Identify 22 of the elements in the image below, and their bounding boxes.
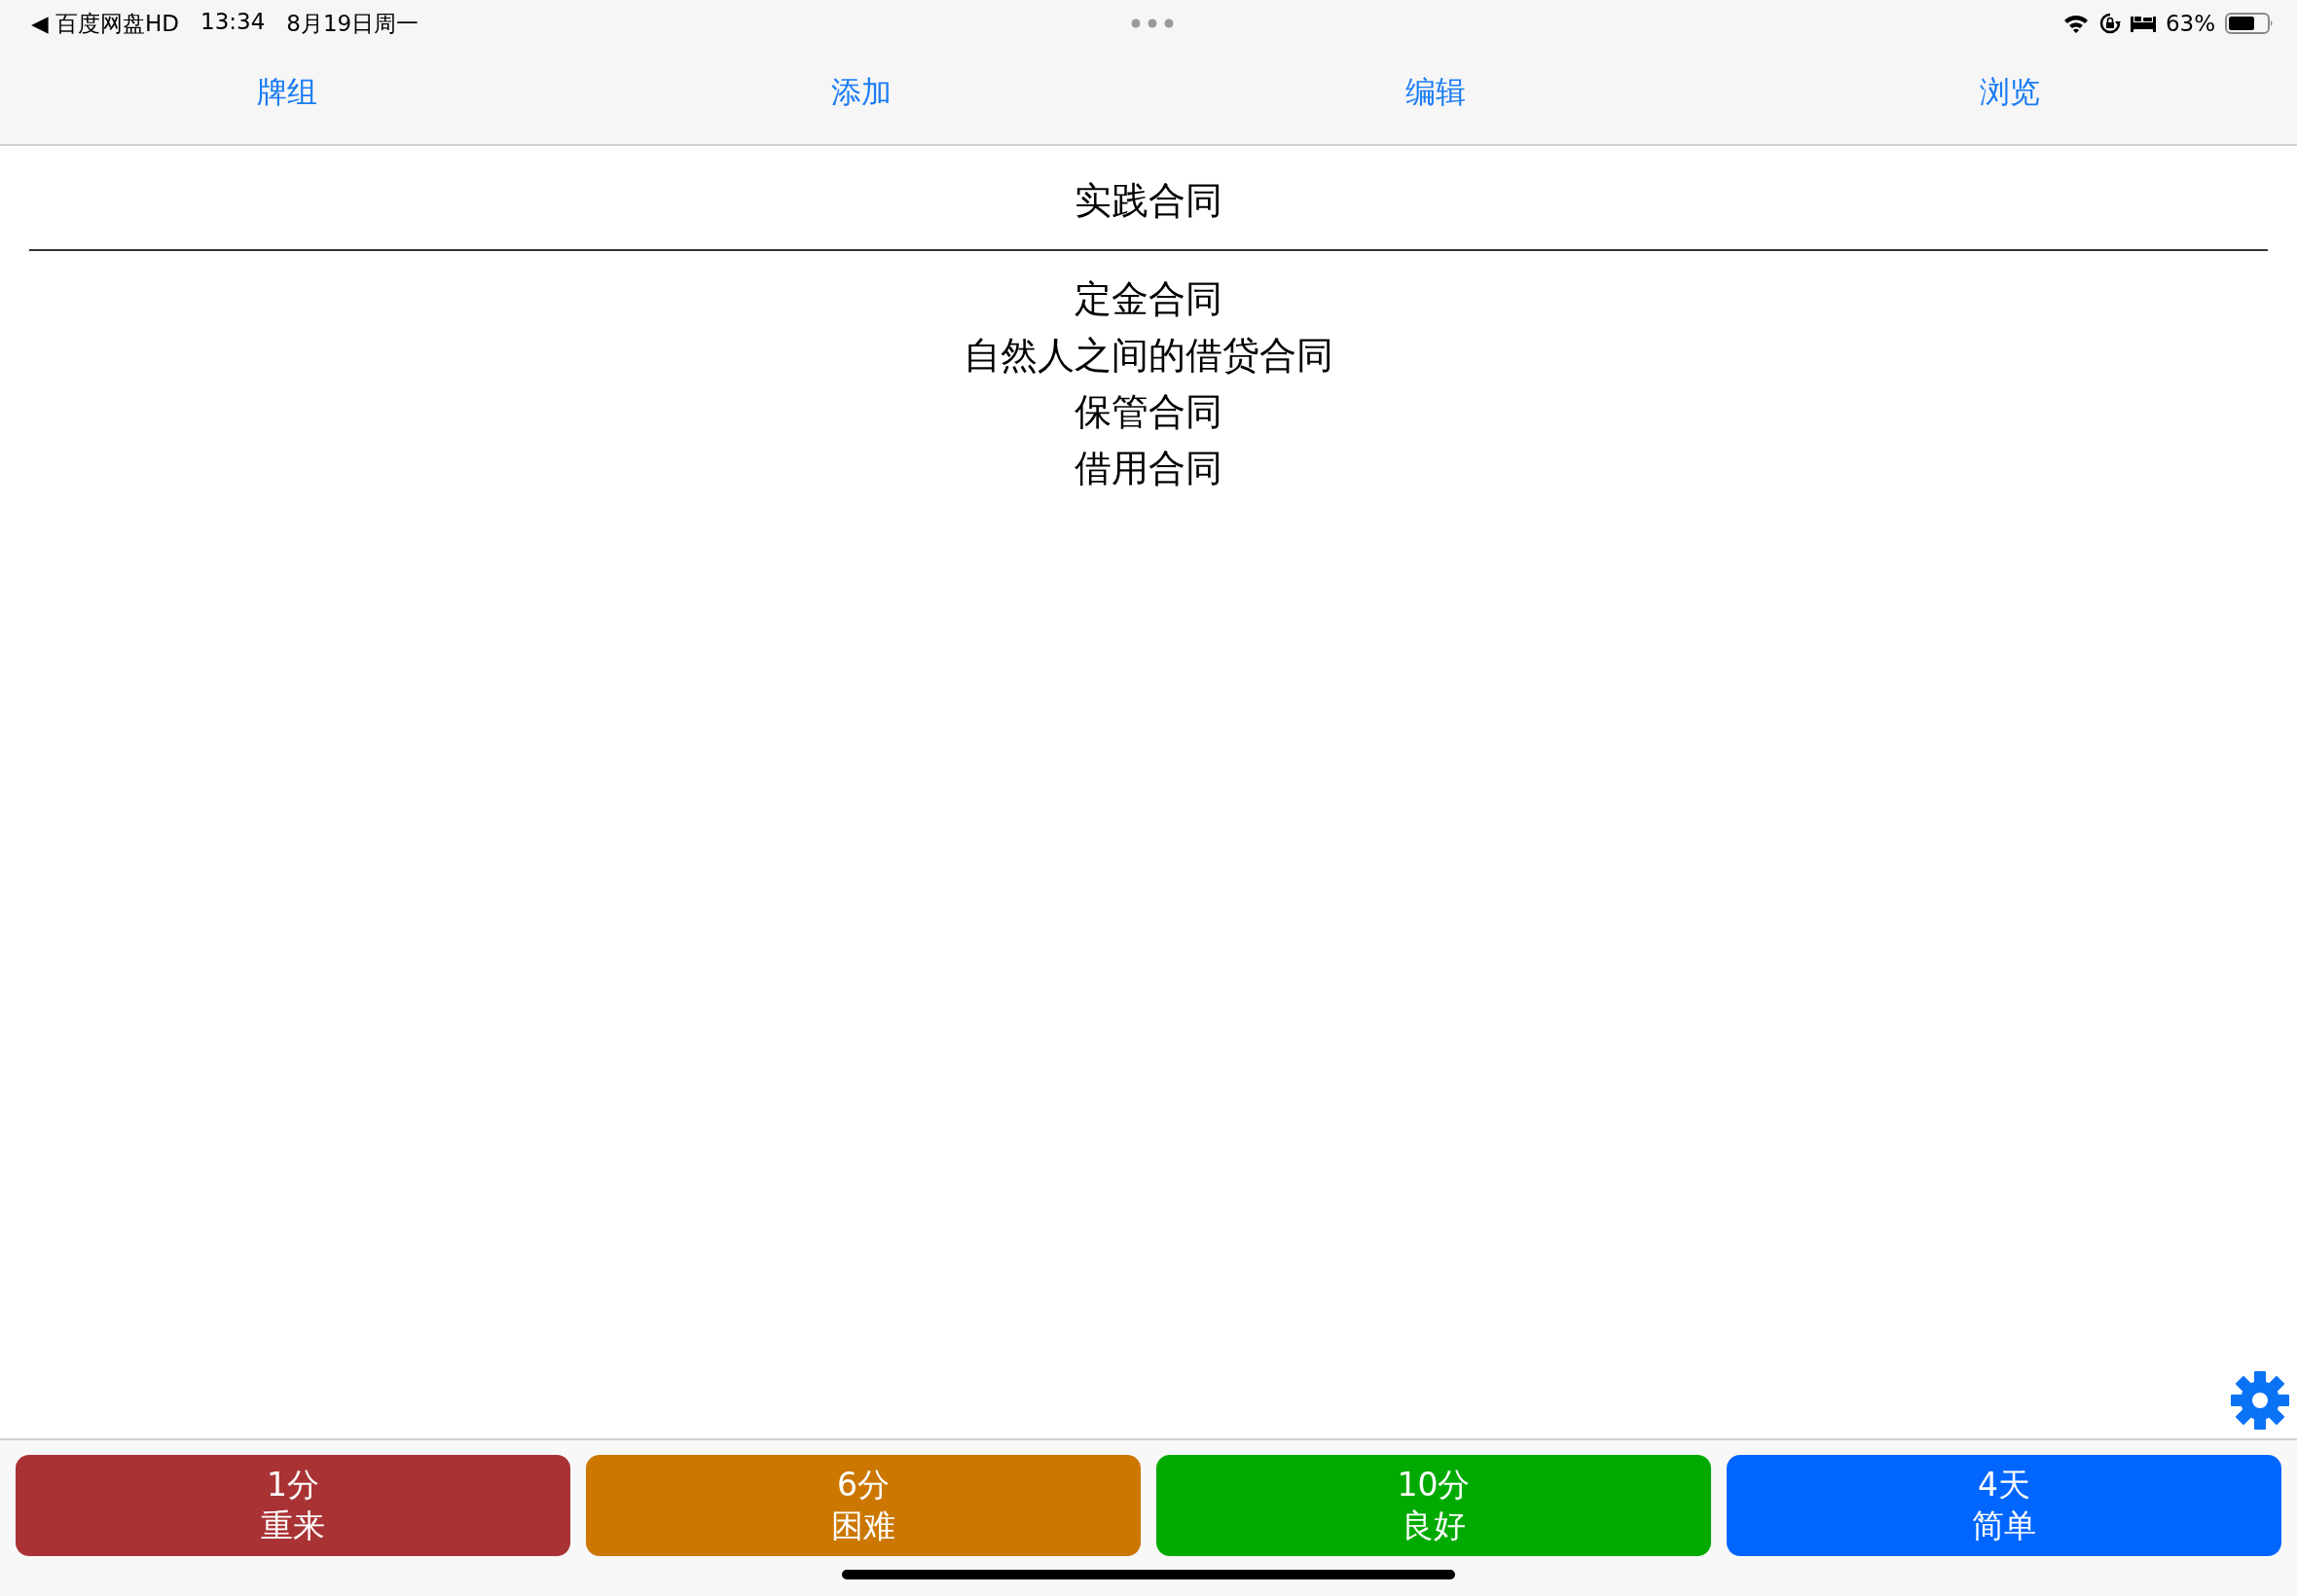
nav-tab[interactable]: 添加: [831, 41, 892, 144]
battery-icon: [2225, 13, 2274, 34]
answer-button[interactable]: 4天 简单: [1727, 1455, 2281, 1556]
settings-icon[interactable]: [2230, 1370, 2290, 1431]
status-time: 13:34: [201, 8, 266, 36]
nav-tab[interactable]: 牌组: [257, 41, 317, 144]
nav-tab[interactable]: 编辑: [1405, 41, 1466, 144]
card-answer-line: 自然人之间的借贷合同: [964, 333, 1333, 379]
nav-tab[interactable]: 浏览: [1980, 41, 2040, 144]
status-date: 8月19日周一: [286, 9, 419, 38]
answer-button[interactable]: 6分 困难: [586, 1455, 1141, 1556]
card-answer-line: 借用合同: [1075, 446, 1222, 491]
answer-button[interactable]: 1分 重来: [16, 1455, 570, 1556]
rotation-lock-icon: [2098, 13, 2121, 34]
multitasking-dots-icon[interactable]: [1131, 18, 1174, 28]
bed-icon: [2130, 15, 2156, 32]
card-question: 实践合同: [1075, 178, 1222, 224]
battery-percentage: 63%: [2165, 11, 2215, 36]
card-answer-line: 定金合同: [1075, 276, 1222, 322]
back-to-app-link[interactable]: ◀ 百度网盘HD: [31, 8, 179, 39]
card-answer-line: 保管合同: [1075, 389, 1222, 435]
answer-button[interactable]: 10分 良好: [1156, 1455, 1711, 1556]
